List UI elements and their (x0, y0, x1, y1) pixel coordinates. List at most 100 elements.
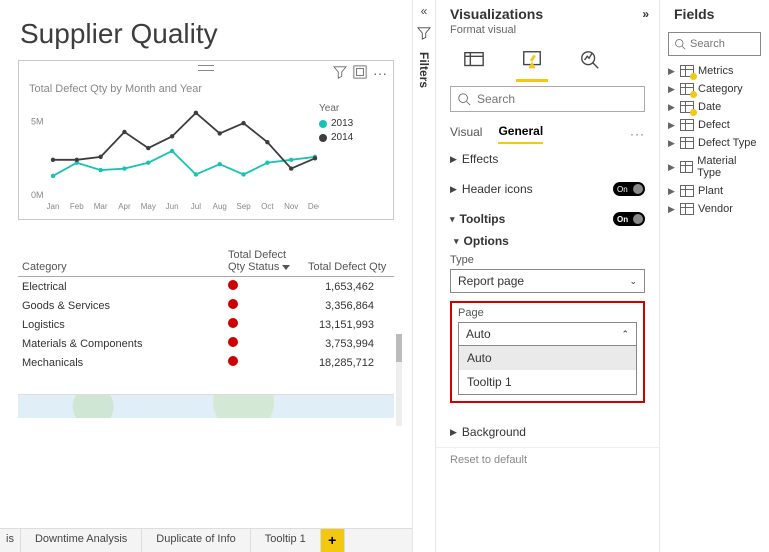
chevron-right-icon: ▶ (668, 186, 676, 197)
page-select[interactable]: Auto⌃ (458, 322, 637, 346)
field-table[interactable]: ▶Plant (660, 182, 769, 200)
add-page-button[interactable]: + (321, 529, 345, 552)
format-search[interactable] (450, 86, 645, 112)
svg-text:5M: 5M (31, 117, 44, 127)
build-visual-icon[interactable] (460, 46, 488, 74)
page-dropdown: Auto Tooltip 1 (458, 346, 637, 395)
page-tab[interactable]: Duplicate of Info (142, 529, 251, 552)
tab-visual[interactable]: Visual (450, 125, 482, 143)
table-visual[interactable]: Category Total Defect Qty Status Total D… (18, 246, 394, 372)
legend-item[interactable]: 2014 (319, 132, 369, 143)
svg-text:Oct: Oct (261, 202, 274, 211)
drag-handle-icon[interactable] (198, 65, 214, 71)
line-chart-visual[interactable]: ··· Total Defect Qty by Month and Year 5… (18, 60, 394, 220)
tab-general[interactable]: General (498, 124, 543, 144)
page-option-tooltip1[interactable]: Tooltip 1 (459, 370, 636, 394)
field-table[interactable]: ▶Date (660, 98, 769, 116)
section-background[interactable]: ▶Background (450, 425, 645, 439)
analytics-icon[interactable] (576, 46, 604, 74)
page-tab[interactable]: Downtime Analysis (21, 529, 142, 552)
column-header-status[interactable]: Total Defect Qty Status (224, 246, 304, 277)
visualizations-pane: Visualizations » Format visual Visual Ge… (435, 0, 659, 552)
field-table[interactable]: ▶Metrics (660, 62, 769, 80)
format-search-input[interactable] (477, 92, 638, 106)
svg-text:Sep: Sep (236, 202, 251, 211)
filter-pane-icon (417, 26, 431, 40)
chevron-right-icon: ▶ (668, 120, 676, 131)
section-tooltips[interactable]: ▾TooltipsOn (450, 212, 645, 226)
page-tab[interactable]: Tooltip 1 (251, 529, 321, 552)
visualizations-title: Visualizations (450, 6, 543, 22)
status-dot-icon (228, 337, 238, 347)
search-icon (457, 92, 471, 106)
table-icon (680, 83, 694, 95)
format-visual-icon[interactable] (518, 46, 546, 74)
page-select-highlight: Page Auto⌃ Auto Tooltip 1 (450, 301, 645, 403)
more-format-icon[interactable]: ··· (630, 127, 645, 141)
type-select[interactable]: Report page⌄ (450, 269, 645, 293)
chevron-down-icon: ⌄ (629, 276, 637, 287)
table-icon (680, 101, 694, 113)
table-row[interactable]: Mechanicals18,285,712 (18, 353, 394, 372)
page-option-auto[interactable]: Auto (459, 346, 636, 370)
page-label: Page (458, 307, 637, 319)
filters-pane-collapsed[interactable]: « Filters (412, 0, 435, 552)
scrollbar[interactable] (396, 334, 402, 426)
chevron-right-icon: ▶ (668, 102, 676, 113)
header-icons-toggle[interactable]: On (613, 182, 645, 196)
svg-text:Jan: Jan (47, 202, 60, 211)
tooltips-toggle[interactable]: On (613, 212, 645, 226)
expand-filters-icon[interactable]: « (421, 4, 428, 18)
type-label: Type (450, 254, 645, 266)
legend-title: Year (319, 103, 369, 114)
fields-search-input[interactable] (690, 38, 755, 50)
section-header-icons[interactable]: ▶Header iconsOn (450, 182, 645, 196)
collapse-viz-icon[interactable]: » (642, 7, 649, 21)
status-dot-icon (228, 280, 238, 290)
field-table[interactable]: ▶Defect (660, 116, 769, 134)
chevron-right-icon: ▶ (668, 138, 676, 149)
format-visual-label: Format visual (436, 24, 659, 42)
column-header-qty[interactable]: Total Defect Qty (304, 246, 394, 277)
table-row[interactable]: Goods & Services3,356,864 (18, 296, 394, 315)
chart-title: Total Defect Qty by Month and Year (29, 83, 385, 95)
focus-mode-icon[interactable] (353, 65, 367, 82)
legend-item[interactable]: 2013 (319, 118, 369, 129)
field-table[interactable]: ▶Category (660, 80, 769, 98)
fields-title: Fields (674, 6, 714, 22)
column-header-category[interactable]: Category (18, 246, 224, 277)
chevron-right-icon: ▶ (668, 162, 676, 173)
page-tab-truncated[interactable]: is (0, 529, 21, 552)
chevron-right-icon: ▶ (450, 154, 457, 165)
section-effects[interactable]: ▶Effects (450, 152, 645, 166)
table-icon (680, 161, 694, 173)
fields-search[interactable] (668, 32, 761, 56)
table-icon (680, 203, 694, 215)
field-table[interactable]: ▶Material Type (660, 152, 769, 182)
status-dot-icon (228, 356, 238, 366)
table-row[interactable]: Materials & Components3,753,994 (18, 334, 394, 353)
svg-text:Nov: Nov (284, 202, 298, 211)
map-visual[interactable] (18, 394, 394, 418)
svg-text:May: May (141, 202, 156, 211)
search-icon (674, 38, 686, 50)
chevron-up-icon: ⌃ (621, 329, 629, 340)
svg-text:Aug: Aug (213, 202, 227, 211)
table-icon (680, 137, 694, 149)
table-icon (680, 119, 694, 131)
status-dot-icon (228, 318, 238, 328)
table-row[interactable]: Electrical1,653,462 (18, 277, 394, 297)
section-options[interactable]: ▾Options (454, 234, 645, 248)
line-chart-body[interactable]: 5M0MJanFebMarAprMayJunJulAugSepOctNovDec (29, 103, 319, 213)
table-row[interactable]: Logistics13,151,993 (18, 315, 394, 334)
svg-text:Jul: Jul (191, 202, 201, 211)
svg-text:0M: 0M (31, 190, 44, 200)
more-options-icon[interactable]: ··· (373, 65, 387, 82)
field-table[interactable]: ▶Vendor (660, 200, 769, 218)
filter-icon[interactable] (333, 65, 347, 82)
chevron-down-icon: ▾ (454, 236, 459, 247)
table-icon (680, 185, 694, 197)
report-canvas: Supplier Quality ··· Total Defect Qty by… (0, 0, 412, 528)
field-table[interactable]: ▶Defect Type (660, 134, 769, 152)
reset-to-default[interactable]: Reset to default (436, 447, 659, 472)
